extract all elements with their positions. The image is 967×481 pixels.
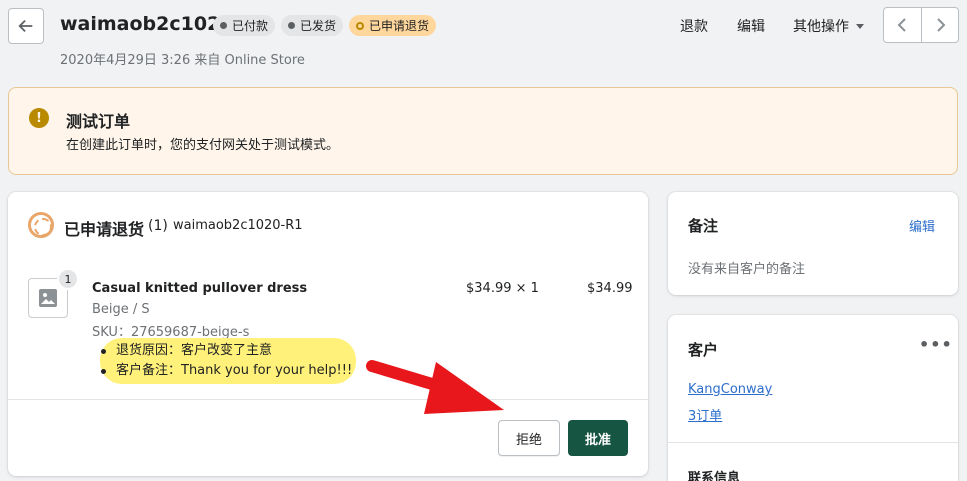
chevron-left-icon: [897, 18, 906, 32]
banner-text: 在创建此订单时，您的支付网关处于测试模式。: [66, 138, 340, 153]
order-title: waimaob2c1020: [60, 13, 234, 35]
warning-icon: !: [29, 108, 49, 128]
badge-dot-icon: [220, 22, 227, 29]
customer-more-icon[interactable]: •••: [919, 335, 953, 354]
badge-ring-icon: [356, 21, 365, 30]
more-actions-button[interactable]: 其他操作: [793, 16, 865, 36]
return-count: (1): [148, 218, 168, 234]
return-reason: 退货原因：客户改变了主意: [92, 341, 352, 361]
card-divider: [8, 399, 648, 400]
return-notes-list: 退货原因：客户改变了主意 客户备注：Thank you for your hel…: [92, 341, 352, 381]
product-line-total: $34.99: [587, 281, 633, 296]
status-badge-paid: 已付款: [213, 15, 276, 36]
status-badges: 已付款 已发货 已申请退货: [213, 15, 437, 36]
order-subtitle: 2020年4月29日 3:26 来自 Online Store: [60, 53, 305, 68]
contact-info-title: 联系信息: [688, 471, 741, 481]
return-request-card: 已申请退货 (1) waimaob2c1020-R1 1 Casual knit…: [8, 192, 648, 476]
customer-orders-link[interactable]: 3订单: [688, 405, 722, 424]
customer-name-link[interactable]: KangConway: [688, 382, 772, 397]
customer-title: 客户: [688, 341, 719, 359]
previous-order-button[interactable]: [884, 8, 921, 42]
approve-button[interactable]: 批准: [568, 420, 628, 456]
image-placeholder-icon: [39, 289, 57, 307]
product-name: Casual knitted pullover dress: [92, 281, 308, 296]
caret-down-icon: [856, 24, 864, 29]
order-pagination: [883, 7, 959, 43]
quantity-badge: 1: [57, 268, 79, 290]
notes-edit-link[interactable]: 编辑: [909, 216, 935, 235]
return-status-icon: [28, 212, 54, 238]
customer-note: 客户备注：Thank you for your help!!!: [92, 361, 352, 381]
product-variant: Beige / S: [92, 302, 150, 317]
badge-dot-icon: [288, 22, 296, 29]
banner-title: 测试订单: [66, 112, 131, 131]
chevron-right-icon: [937, 18, 946, 32]
notes-title: 备注: [688, 217, 719, 235]
product-unit-price: $34.99 × 1: [466, 281, 539, 296]
customer-card: 客户 ••• KangConway 3订单 联系信息: [668, 315, 958, 481]
arrow-left-icon: [18, 19, 33, 33]
test-order-banner: ! 测试订单 在创建此订单时，您的支付网关处于测试模式。: [8, 87, 958, 175]
card-divider: [668, 442, 958, 443]
return-title: 已申请退货: [64, 220, 145, 239]
notes-empty-text: 没有来自客户的备注: [688, 262, 806, 277]
back-button[interactable]: [8, 8, 44, 44]
status-badge-return-requested: 已申请退货: [349, 15, 437, 36]
reject-button[interactable]: 拒绝: [498, 420, 560, 456]
next-order-button[interactable]: [921, 8, 958, 42]
notes-card: 备注 编辑 没有来自客户的备注: [668, 192, 958, 295]
refund-button[interactable]: 退款: [680, 16, 708, 36]
return-id: waimaob2c1020-R1: [173, 218, 303, 233]
edit-button[interactable]: 编辑: [737, 16, 765, 36]
status-badge-fulfilled: 已发货: [281, 15, 344, 36]
arrow-annotation-icon: [366, 360, 504, 414]
